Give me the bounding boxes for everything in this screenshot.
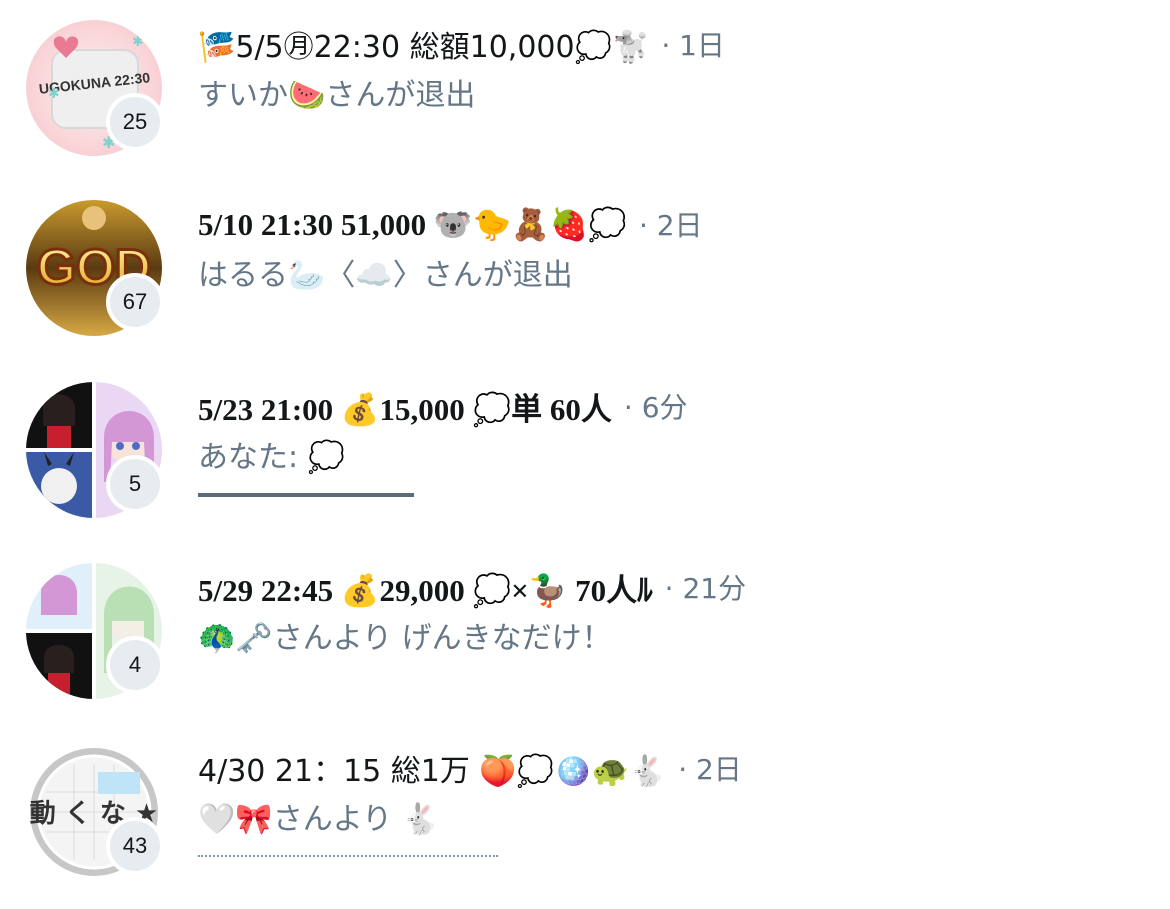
- chat-row[interactable]: UGOKUNA 22:30 ✱ ✱ ✱ 25 🎏5/5㊊22:30 総額10,0…: [0, 20, 1170, 180]
- chat-title: 5/23 21:00 💰15,000 💭単 60人: [198, 391, 612, 427]
- chat-title-line: 4/30 21：15 総1万 🍑💭🪩🐢🐇 · 2日: [198, 744, 742, 792]
- draft-underline: [198, 493, 414, 497]
- member-count-badge: 5: [106, 455, 164, 513]
- chat-row[interactable]: 4 5/29 22:45 💰29,000 💭×🦆 70人ﾙ · 21分 🦚🗝️さ…: [0, 563, 1170, 723]
- chat-list: UGOKUNA 22:30 ✱ ✱ ✱ 25 🎏5/5㊊22:30 総額10,0…: [0, 0, 1170, 909]
- member-count-badge: 67: [106, 273, 164, 331]
- chat-title-line: 5/29 22:45 💰29,000 💭×🦆 70人ﾙ · 21分: [198, 563, 746, 611]
- last-message: あなた: 💭: [198, 440, 345, 475]
- chat-title-line: 5/10 21:30 51,000 🐨🐤🧸🍓💭 · 2日: [198, 200, 703, 248]
- chat-row[interactable]: 動 く な ★ 43 4/30 21：15 総1万 🍑💭🪩🐢🐇 · 2日 🤍🎀さ…: [0, 744, 1170, 904]
- last-message: はるる🦢〈☁️〉さんが退出: [198, 258, 573, 293]
- chat-title: 5/29 22:45 💰29,000 💭×🦆 70人ﾙ: [198, 572, 653, 608]
- chat-title: 🎏5/5㊊22:30 総額10,000💭🐩: [198, 30, 650, 65]
- member-count-badge: 25: [106, 93, 164, 151]
- avatar[interactable]: 4: [26, 563, 164, 699]
- last-message: 🤍🎀さんより 🐇: [198, 802, 439, 837]
- last-message: 🦚🗝️さんより げんきなだけ！: [198, 621, 612, 656]
- chat-row[interactable]: GOD 67 5/10 21:30 51,000 🐨🐤🧸🍓💭 · 2日 はるる🦢…: [0, 200, 1170, 360]
- chat-title: 4/30 21：15 総1万 🍑💭🪩🐢🐇: [198, 754, 667, 789]
- avatar[interactable]: GOD 67: [26, 200, 164, 336]
- time-ago: · 2日: [638, 209, 703, 242]
- time-ago: · 2日: [678, 753, 742, 786]
- svg-text:✱: ✱: [132, 34, 144, 50]
- chat-title-line: 5/23 21:00 💰15,000 💭単 60人 · 6分: [198, 382, 688, 430]
- chat-title: 5/10 21:30 51,000 🐨🐤🧸🍓💭: [198, 206, 627, 242]
- avatar[interactable]: 動 く な ★ 43: [26, 744, 164, 880]
- time-ago: · 1日: [661, 29, 725, 62]
- dotted-underline: [198, 855, 498, 857]
- chat-row[interactable]: 5 5/23 21:00 💰15,000 💭単 60人 · 6分 あなた: 💭: [0, 382, 1170, 542]
- member-count-badge: 4: [106, 636, 164, 694]
- chat-title-line: 🎏5/5㊊22:30 総額10,000💭🐩 · 1日: [198, 20, 725, 68]
- time-ago: · 6分: [623, 391, 688, 424]
- avatar[interactable]: UGOKUNA 22:30 ✱ ✱ ✱ 25: [26, 20, 164, 156]
- last-message: すいか🍉さんが退出: [198, 78, 476, 113]
- time-ago: · 21分: [664, 572, 747, 605]
- svg-text:✱: ✱: [48, 86, 60, 102]
- avatar[interactable]: 5: [26, 382, 164, 518]
- member-count-badge: 43: [106, 817, 164, 875]
